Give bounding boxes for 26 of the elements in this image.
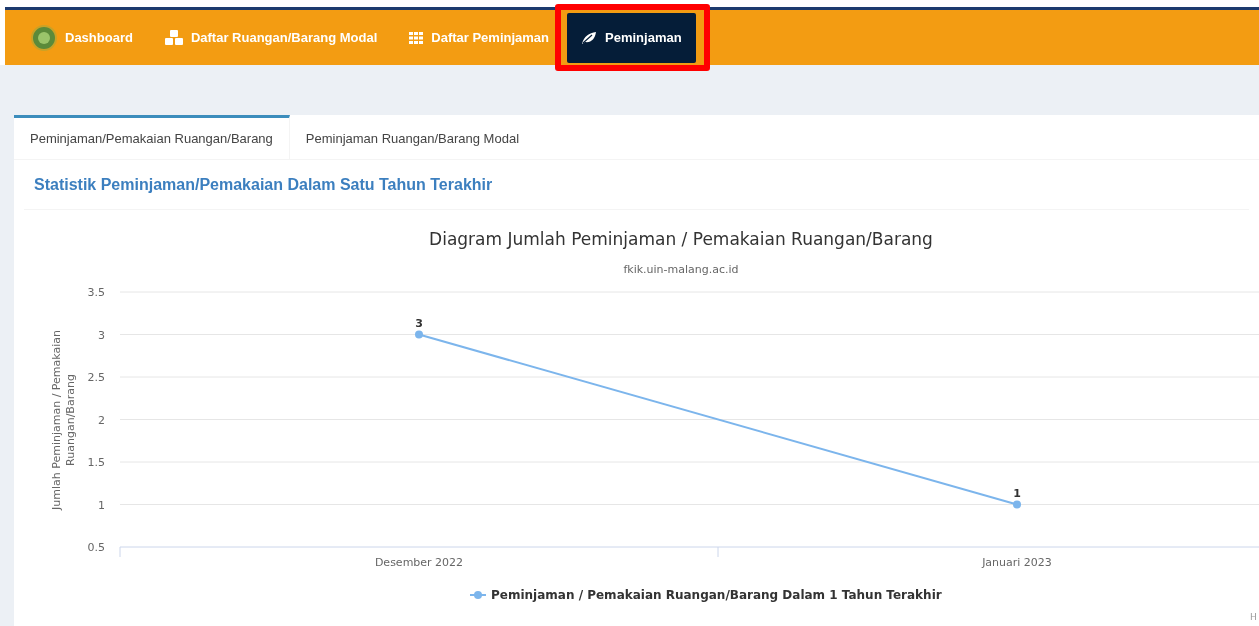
chart-subtitle: fkik.uin-malang.ac.id: [623, 263, 739, 276]
y-tick-label: 2.5: [87, 371, 105, 384]
section-title: Statistik Peminjaman/Pemakaian Dalam Satu Tahun Terakhir: [34, 174, 493, 195]
x-tick-label: Desember 2022: [374, 556, 464, 569]
nav-link[interactable]: Peminjaman: [567, 12, 696, 63]
data-label: 3: [415, 316, 423, 330]
y-tick-label: 0.5: [87, 541, 105, 554]
y-tick-label: 1: [98, 498, 105, 512]
y-tick-label: 3.5: [87, 286, 105, 299]
emblem-icon: [31, 24, 57, 51]
data-point: [1013, 500, 1021, 509]
y-tick-label: 1.5: [87, 456, 105, 469]
y-axis-title: Jumlah Peminjaman / Pemakaian Ruangan/Barang: [50, 330, 77, 510]
legend-label[interactable]: Peminjaman / Pemakaian Ruangan/Barang Dalam 1 Tahun Terakhir: [491, 588, 942, 602]
chart-title: Diagram Jumlah Peminjaman / Pemakaian Ruangan/Barang: [429, 229, 933, 249]
y-tick-label: 2: [98, 413, 105, 427]
x-tick-label: Januari 2023: [982, 556, 1052, 569]
y-tick-label: 3: [98, 328, 105, 342]
grid-icon: [409, 31, 424, 44]
leaf-icon: [581, 30, 598, 45]
legend-item[interactable]: [469, 591, 487, 599]
cubes-icon: [164, 29, 183, 46]
data-label: 1: [1013, 486, 1021, 500]
data-point: [415, 330, 423, 339]
tab[interactable]: Peminjaman/Pemakaian Ruangan/Barang: [14, 115, 290, 159]
tab[interactable]: Peminjaman Ruangan/Barang Modal: [289, 115, 535, 159]
